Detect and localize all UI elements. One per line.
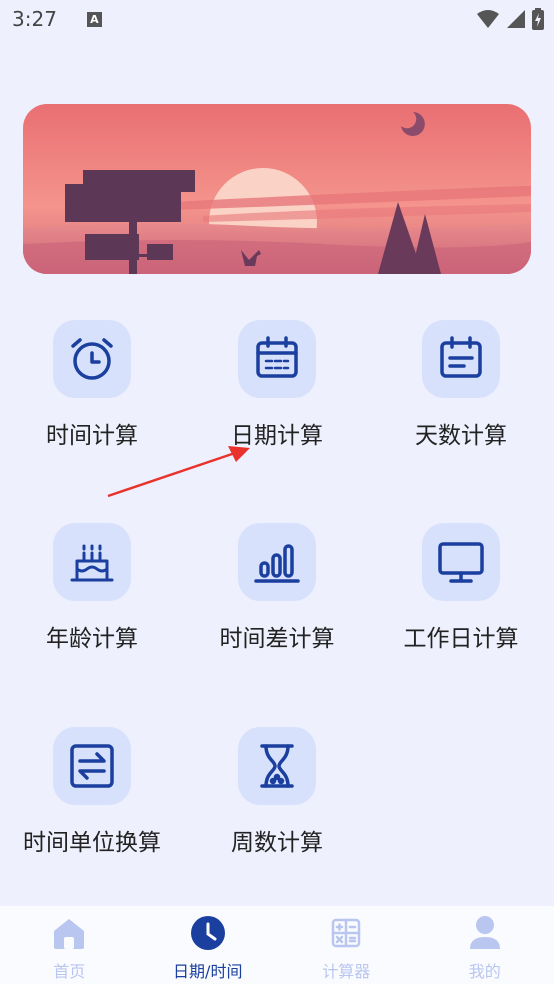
clock-icon [189, 914, 227, 952]
grid-item-time-calc[interactable]: 时间计算 [0, 320, 184, 480]
grid-item-date-calc[interactable]: 日期计算 [185, 320, 369, 480]
nav-item-date-time[interactable]: 日期/时间 [139, 906, 278, 984]
nav-label: 首页 [53, 962, 86, 981]
grid-item-days-calc[interactable]: 天数计算 [369, 320, 553, 480]
battery-icon [532, 8, 544, 30]
grid-label: 时间单位换算 [23, 830, 161, 856]
bar-chart-icon [238, 523, 316, 601]
user-icon [466, 914, 504, 952]
grid-label: 年龄计算 [46, 626, 138, 652]
calculator-icon [327, 914, 365, 952]
wifi-icon [477, 10, 499, 28]
signal-icon [507, 10, 525, 28]
grid-label: 日期计算 [231, 423, 323, 449]
sunset-banner [23, 104, 531, 274]
monitor-icon [422, 523, 500, 601]
sunset-illustration [23, 104, 531, 274]
nav-item-calculator[interactable]: 计算器 [277, 906, 416, 984]
home-icon [50, 914, 88, 952]
alarm-clock-icon [53, 320, 131, 398]
bottom-nav: 首页 日期/时间 计算器 我的 [0, 906, 554, 984]
grid-label: 工作日计算 [403, 626, 519, 652]
swap-icon [53, 727, 131, 805]
status-time: 3:27 [12, 7, 57, 31]
nav-label: 日期/时间 [173, 962, 243, 981]
grid-label: 时间差计算 [219, 626, 335, 652]
calendar-days-icon [422, 320, 500, 398]
grid-label: 周数计算 [231, 830, 323, 856]
nav-label: 我的 [468, 962, 501, 981]
nav-item-home[interactable]: 首页 [0, 906, 139, 984]
nav-label: 计算器 [322, 962, 371, 981]
hourglass-icon [238, 727, 316, 805]
grid-item-age-calc[interactable]: 年龄计算 [0, 523, 184, 683]
grid-item-week-calc[interactable]: 周数计算 [185, 727, 369, 887]
birthday-cake-icon [53, 523, 131, 601]
calendar-icon [238, 320, 316, 398]
grid-label: 时间计算 [46, 423, 138, 449]
status-bar: 3:27 A [0, 0, 554, 38]
grid-item-time-unit-convert[interactable]: 时间单位换算 [0, 727, 184, 887]
status-indicators [476, 8, 544, 30]
grid-item-workday-calc[interactable]: 工作日计算 [369, 523, 553, 683]
nav-item-mine[interactable]: 我的 [416, 906, 554, 984]
notification-icon: A [86, 11, 102, 27]
grid-item-time-diff-calc[interactable]: 时间差计算 [185, 523, 369, 683]
grid-label: 天数计算 [415, 423, 507, 449]
